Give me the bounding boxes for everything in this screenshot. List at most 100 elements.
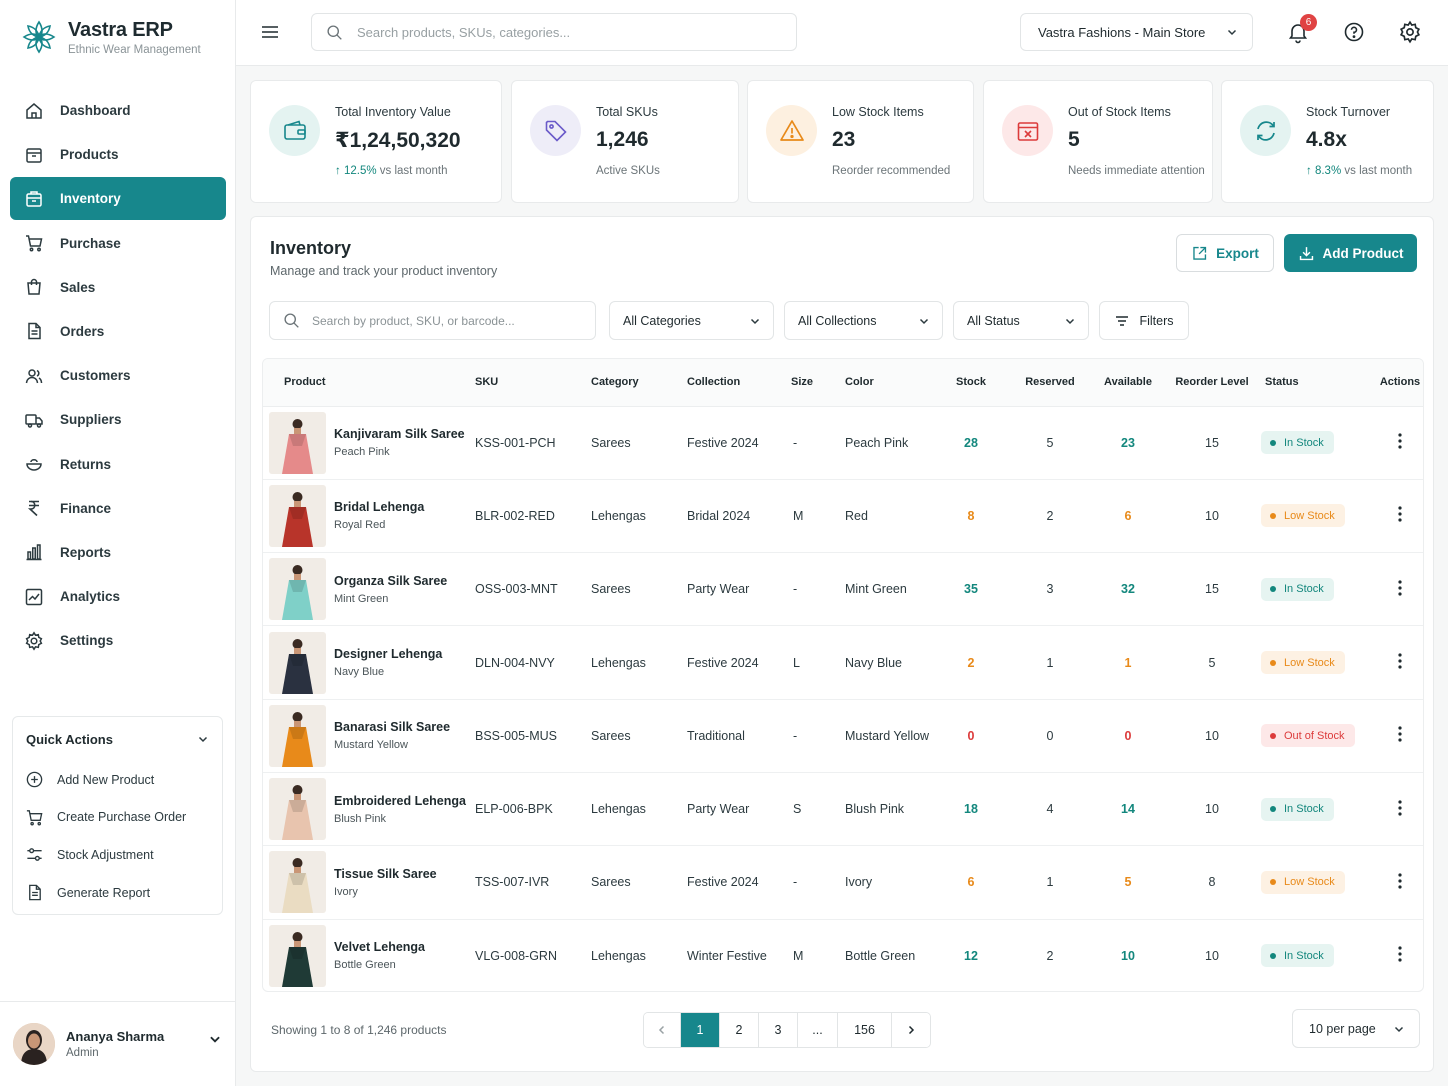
product-thumbnail[interactable] [269, 558, 326, 621]
global-search[interactable] [311, 13, 797, 51]
status-dot-icon [1270, 439, 1276, 446]
sidebar-item-settings[interactable]: Settings [10, 619, 226, 662]
add-product-button[interactable]: Add Product [1284, 234, 1417, 272]
wallet-icon [269, 105, 320, 156]
cell-size: S [789, 772, 833, 847]
brand[interactable]: Vastra ERP Ethnic Wear Management [18, 16, 201, 58]
product-thumbnail[interactable] [269, 924, 326, 987]
table-row[interactable]: Kanjivaram Silk Saree Peach Pink KSS-001-P… [263, 406, 1423, 480]
chevron-down-icon[interactable] [208, 1032, 222, 1046]
store-selector[interactable]: Vastra Fashions - Main Store [1020, 13, 1253, 51]
stat-label: Stock Turnover [1306, 105, 1391, 119]
more-vertical-icon[interactable] [1398, 653, 1402, 672]
product-name[interactable]: Designer Lehenga [334, 647, 442, 661]
table-row[interactable]: Designer Lehenga Navy Blue DLN-004-NVY Lehe… [263, 625, 1423, 700]
product-thumbnail[interactable] [269, 631, 326, 694]
more-vertical-icon[interactable] [1398, 433, 1402, 452]
sidebar-item-inventory[interactable]: Inventory [10, 177, 226, 221]
product-name[interactable]: Banarasi Silk Saree [334, 720, 450, 734]
column-header[interactable]: Reorder Level [1165, 359, 1259, 407]
category-filter[interactable]: All Categories [609, 301, 774, 340]
product-name[interactable]: Organza Silk Saree [334, 574, 447, 588]
sidebar-item-sales[interactable]: Sales [10, 266, 226, 309]
filters-button[interactable]: Filters [1099, 301, 1189, 340]
column-header[interactable]: Category [587, 359, 679, 407]
more-vertical-icon[interactable] [1398, 800, 1402, 819]
sidebar-item-finance[interactable]: Finance [10, 487, 226, 530]
page-button[interactable]: 156 [838, 1013, 892, 1047]
product-name[interactable]: Bridal Lehenga [334, 500, 424, 514]
status-filter[interactable]: All Status [953, 301, 1089, 340]
column-header[interactable]: Available [1091, 359, 1165, 407]
sidebar-item-purchase[interactable]: Purchase [10, 222, 226, 265]
product-variant: Ivory [334, 885, 358, 898]
quick-actions-header[interactable]: Quick Actions [13, 717, 222, 761]
sidebar-item-orders[interactable]: Orders [10, 310, 226, 353]
product-thumbnail[interactable] [269, 851, 326, 914]
cell-product: Kanjivaram Silk Saree Peach Pink [263, 406, 471, 480]
column-header[interactable]: Collection [679, 359, 789, 407]
column-header[interactable]: Size [789, 359, 833, 407]
sidebar-item-label: Finance [60, 500, 112, 516]
quick-action-stock-adjustment[interactable]: Stock Adjustment [13, 836, 222, 874]
column-header[interactable]: SKU [471, 359, 587, 407]
table-row[interactable]: Embroidered Lehenga Blush Pink ELP-006-BPK… [263, 772, 1423, 847]
product-thumbnail[interactable] [269, 704, 326, 767]
cell-available: 1 [1091, 625, 1165, 700]
quick-action-add-product[interactable]: Add New Product [13, 761, 222, 799]
column-header[interactable]: Status [1259, 359, 1355, 407]
cell-category: Lehengas [587, 772, 679, 847]
export-button[interactable]: Export [1176, 234, 1274, 272]
column-header[interactable]: Product [263, 359, 471, 407]
product-thumbnail[interactable] [269, 411, 326, 474]
more-vertical-icon[interactable] [1398, 946, 1402, 965]
sidebar-item-returns[interactable]: Returns [10, 443, 226, 486]
more-vertical-icon[interactable] [1398, 506, 1402, 525]
quick-action-create-po[interactable]: Create Purchase Order [13, 799, 222, 837]
sidebar-item-products[interactable]: Products [10, 133, 226, 176]
product-name[interactable]: Tissue Silk Saree [334, 867, 437, 881]
product-name[interactable]: Velvet Lehenga [334, 940, 425, 954]
cell-category: Lehengas [587, 479, 679, 554]
product-name[interactable]: Embroidered Lehenga [334, 794, 466, 808]
column-header[interactable]: Color [833, 359, 933, 407]
stat-card-stock-turnover: Stock Turnover 4.8x ↑ 8.3% vs last month [1221, 80, 1434, 203]
product-thumbnail[interactable] [269, 484, 326, 547]
sidebar-item-reports[interactable]: Reports [10, 531, 226, 574]
table-row[interactable]: Velvet Lehenga Bottle Green VLG-008-GRN Leh… [263, 919, 1423, 991]
more-vertical-icon[interactable] [1398, 873, 1402, 892]
quick-action-generate-report[interactable]: Generate Report [13, 874, 222, 912]
inventory-search[interactable] [269, 301, 596, 340]
global-search-input[interactable] [357, 24, 757, 40]
sidebar-item-dashboard[interactable]: Dashboard [10, 89, 226, 132]
cell-product: Bridal Lehenga Royal Red [263, 479, 471, 554]
product-name[interactable]: Kanjivaram Silk Saree [334, 427, 465, 441]
page-button[interactable]: 3 [759, 1013, 798, 1047]
settings-gear-icon[interactable] [1398, 20, 1422, 44]
table-row[interactable]: Organza Silk Saree Mint Green OSS-003-MNT S… [263, 552, 1423, 627]
table-row[interactable]: Bridal Lehenga Royal Red BLR-002-RED Leheng… [263, 479, 1423, 554]
more-vertical-icon[interactable] [1398, 726, 1402, 745]
table-row[interactable]: Tissue Silk Saree Ivory TSS-007-IVR Sarees F… [263, 845, 1423, 920]
page-button[interactable]: 1 [681, 1013, 720, 1047]
user-profile[interactable]: Ananya Sharma Admin [0, 1001, 236, 1086]
column-header[interactable]: Reserved [1009, 359, 1091, 407]
sidebar-item-suppliers[interactable]: Suppliers [10, 398, 226, 441]
sidebar-item-customers[interactable]: Customers [10, 354, 226, 397]
product-thumbnail[interactable] [269, 778, 326, 841]
page-button[interactable]: 2 [720, 1013, 759, 1047]
next-page-button[interactable] [892, 1013, 930, 1047]
inventory-search-input[interactable] [312, 313, 582, 328]
prev-page-button[interactable] [644, 1013, 681, 1047]
sidebar-item-analytics[interactable]: Analytics [10, 575, 226, 618]
menu-icon[interactable] [260, 22, 280, 42]
per-page-select[interactable]: 10 per page [1292, 1009, 1420, 1048]
collection-filter[interactable]: All Collections [784, 301, 943, 340]
help-icon[interactable] [1342, 20, 1366, 44]
status-badge: In Stock [1261, 797, 1334, 821]
cell-reorder-level: 5 [1165, 625, 1259, 700]
table-row[interactable]: Banarasi Silk Saree Mustard Yellow BSS-005… [263, 699, 1423, 773]
column-header[interactable]: Stock [933, 359, 1009, 407]
search-icon [327, 24, 342, 40]
more-vertical-icon[interactable] [1398, 580, 1402, 599]
